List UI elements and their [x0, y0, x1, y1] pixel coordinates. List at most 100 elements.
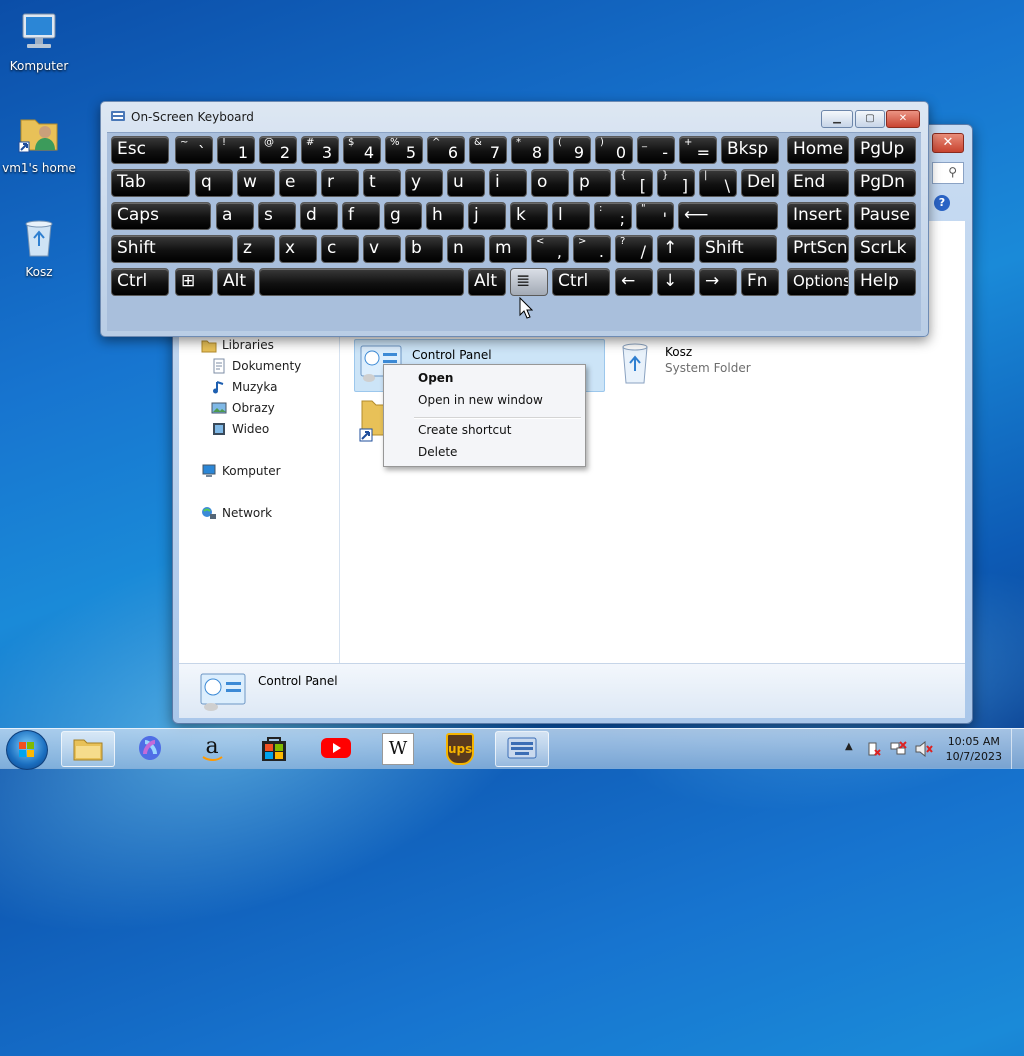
key-shift[interactable]: Shift	[111, 235, 233, 263]
key-sym5[interactable]: $4	[343, 136, 381, 164]
key-c[interactable]: c	[321, 235, 359, 263]
key-v[interactable]: v	[363, 235, 401, 263]
desktop-icon-computer[interactable]: Komputer	[0, 8, 78, 73]
taskbar-button[interactable]: ups	[433, 731, 487, 767]
key-scrlk[interactable]: ScrLk	[854, 235, 916, 263]
start-button[interactable]	[6, 730, 48, 770]
menu-item-create-shortcut[interactable]: Create shortcut	[418, 423, 511, 437]
key-pgup[interactable]: PgUp	[854, 136, 916, 164]
key-space[interactable]	[259, 268, 464, 296]
nav-network[interactable]: Network	[201, 505, 272, 521]
taskbar-button[interactable]	[309, 731, 363, 767]
key-g[interactable]: g	[384, 202, 422, 230]
key-x[interactable]: x	[279, 235, 317, 263]
network-status-icon[interactable]	[890, 741, 908, 757]
key-sym7[interactable]: ^ 6	[427, 136, 465, 164]
key-sym13[interactable]: | \	[699, 169, 737, 197]
key-sym8[interactable]: <,	[531, 235, 569, 263]
menu-item-open[interactable]: Open	[418, 371, 453, 385]
key-sym13[interactable]: + =	[679, 136, 717, 164]
key-help[interactable]: Help	[854, 268, 916, 296]
key-enter[interactable]: ⟵	[678, 202, 778, 230]
desktop-icon-home[interactable]: vm1's home	[0, 110, 78, 175]
key-e[interactable]: e	[279, 169, 317, 197]
key-sym11[interactable]: ) 0	[595, 136, 633, 164]
system-clock[interactable]: 10:05 AM 10/7/2023	[946, 734, 1002, 764]
key-h[interactable]: h	[426, 202, 464, 230]
taskbar-button[interactable]	[123, 731, 177, 767]
nav-dokumenty[interactable]: Dokumenty	[211, 358, 301, 374]
volume-muted-icon[interactable]	[915, 740, 933, 758]
show-desktop-button[interactable]	[1011, 729, 1024, 769]
search-input[interactable]: ⚲	[932, 162, 964, 184]
menu-item-delete[interactable]: Delete	[418, 445, 457, 459]
key-fn[interactable]: Fn	[741, 268, 779, 296]
key-k[interactable]: k	[510, 202, 548, 230]
key-sym12[interactable]: _ -	[637, 136, 675, 164]
key-pgdn[interactable]: PgDn	[854, 169, 916, 197]
key-o[interactable]: o	[531, 169, 569, 197]
key-arrow[interactable]: ↓	[657, 268, 695, 296]
key-sym8[interactable]: & 7	[469, 136, 507, 164]
maximize-button[interactable]: ▢	[855, 110, 885, 128]
key-pause[interactable]: Pause	[854, 202, 916, 230]
key-esc[interactable]: Esc	[111, 136, 169, 164]
menu-item-open-new-window[interactable]: Open in new window	[418, 393, 543, 407]
key-sym4[interactable]: #3	[301, 136, 339, 164]
item-kosz[interactable]: Kosz System Folder	[615, 341, 765, 389]
key-bksp[interactable]: Bksp	[721, 136, 779, 164]
nav-muzyka[interactable]: Muzyka	[211, 379, 277, 395]
key-d[interactable]: d	[300, 202, 338, 230]
key-sym10[interactable]: :;	[594, 202, 632, 230]
key-ctrl[interactable]: Ctrl	[111, 268, 169, 296]
key-sym10[interactable]: ? /	[615, 235, 653, 263]
show-hidden-icons-button[interactable]: ▲	[845, 741, 853, 752]
taskbar-button[interactable]	[247, 731, 301, 767]
key-q[interactable]: q	[195, 169, 233, 197]
key-b[interactable]: b	[405, 235, 443, 263]
key-windows[interactable]: ⊞	[175, 268, 213, 296]
key-u[interactable]: u	[447, 169, 485, 197]
taskbar-button[interactable]	[61, 731, 115, 767]
osk-titlebar[interactable]: On-Screen Keyboard	[101, 102, 928, 132]
key-sym11[interactable]: " '	[636, 202, 674, 230]
key-arrow[interactable]: ←	[615, 268, 653, 296]
action-center-icon[interactable]	[866, 741, 882, 757]
key-f[interactable]: f	[342, 202, 380, 230]
key-sym11[interactable]: {[	[615, 169, 653, 197]
close-button[interactable]: ✕	[886, 110, 920, 128]
taskbar-button[interactable]: W	[371, 731, 425, 767]
key-sym12[interactable]: }]	[657, 169, 695, 197]
key-sym9[interactable]: >.	[573, 235, 611, 263]
key-tab[interactable]: Tab	[111, 169, 190, 197]
key-p[interactable]: p	[573, 169, 611, 197]
key-j[interactable]: j	[468, 202, 506, 230]
key-arrow[interactable]: ↑	[657, 235, 695, 263]
key-sym3[interactable]: @2	[259, 136, 297, 164]
key-w[interactable]: w	[237, 169, 275, 197]
key-r[interactable]: r	[321, 169, 359, 197]
nav-libraries[interactable]: Libraries	[201, 337, 274, 353]
key-z[interactable]: z	[237, 235, 275, 263]
key-arrow[interactable]: →	[699, 268, 737, 296]
key-prtscn[interactable]: PrtScn	[787, 235, 849, 263]
help-icon[interactable]: ?	[934, 195, 950, 211]
desktop-icon-recycle-bin[interactable]: Kosz	[0, 214, 78, 279]
key-alt[interactable]: Alt	[217, 268, 255, 296]
taskbar-button[interactable]: a	[185, 731, 239, 767]
key-a[interactable]: a	[216, 202, 254, 230]
key-menu[interactable]: ≣	[510, 268, 548, 296]
key-t[interactable]: t	[363, 169, 401, 197]
key-insert[interactable]: Insert	[787, 202, 849, 230]
key-m[interactable]: m	[489, 235, 527, 263]
key-options[interactable]: Options	[787, 268, 849, 296]
key-sym6[interactable]: % 5	[385, 136, 423, 164]
key-shift[interactable]: Shift	[699, 235, 777, 263]
key-sym9[interactable]: * 8	[511, 136, 549, 164]
key-caps[interactable]: Caps	[111, 202, 211, 230]
key-del[interactable]: Del	[741, 169, 779, 197]
key-s[interactable]: s	[258, 202, 296, 230]
key-l[interactable]: l	[552, 202, 590, 230]
key-end[interactable]: End	[787, 169, 849, 197]
close-button[interactable]: ✕	[932, 133, 964, 153]
